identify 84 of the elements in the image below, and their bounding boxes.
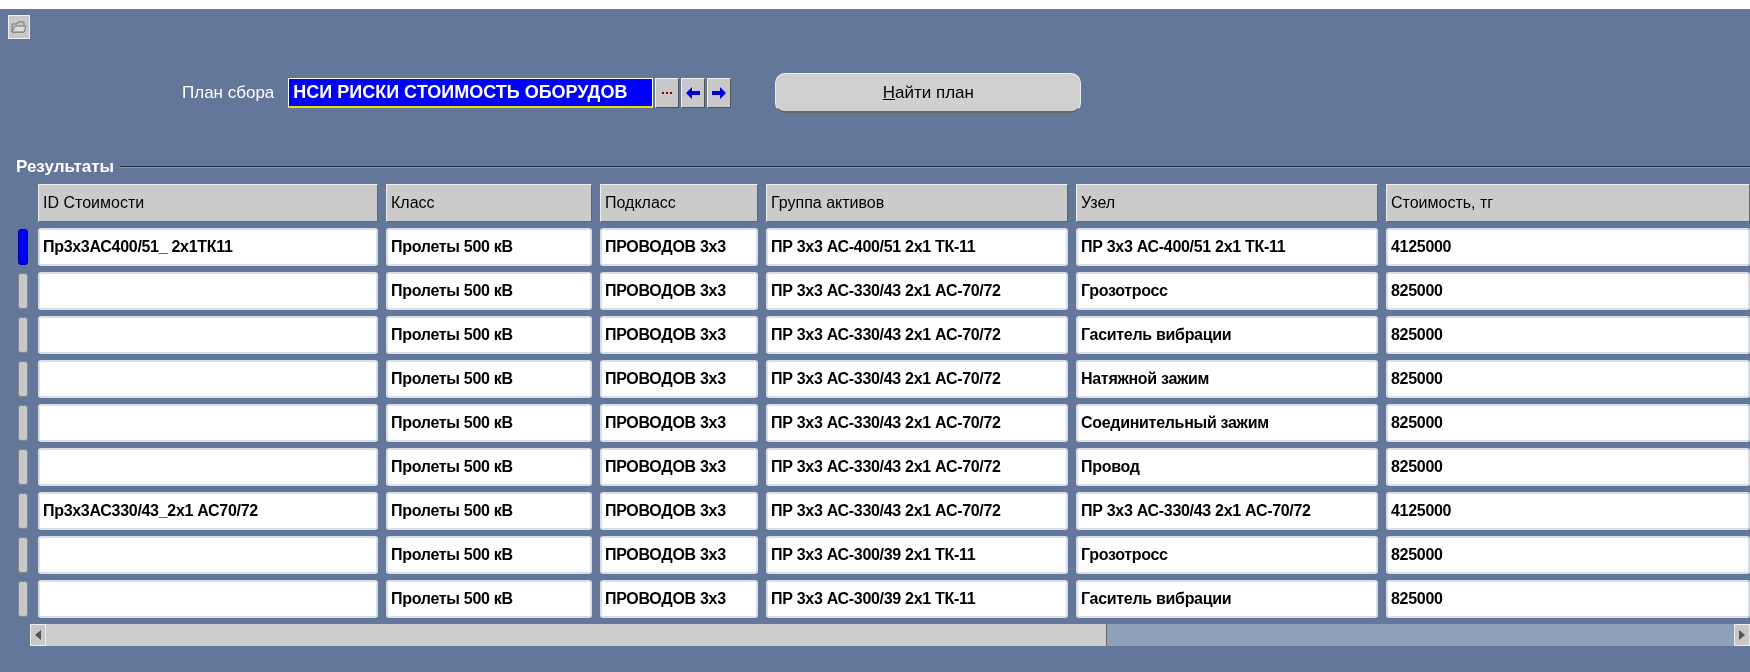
table-cell[interactable]: Гаситель вибрации xyxy=(1076,316,1378,354)
previous-button[interactable] xyxy=(681,78,706,108)
table-cell[interactable]: ПРОВОДОВ 3х3 xyxy=(600,316,758,354)
table-cell[interactable]: 825000 xyxy=(1386,360,1750,398)
table-cell[interactable]: ПР 3х3 АС-330/43 2х1 АС-70/72 xyxy=(766,272,1068,310)
table-cell[interactable]: Грозотросс xyxy=(1076,272,1378,310)
plan-field[interactable]: НСИ РИСКИ СТОИМОСТЬ ОБОРУДОВ xyxy=(288,78,654,108)
table-cell[interactable]: 825000 xyxy=(1386,580,1750,618)
column-header[interactable]: Узел xyxy=(1076,184,1378,222)
table-cell[interactable]: Пр3х3АС330/43_2х1 АС70/72 xyxy=(38,492,378,530)
record-indicator[interactable] xyxy=(18,581,28,617)
table-cell[interactable] xyxy=(38,360,378,398)
column-header[interactable]: Группа активов xyxy=(766,184,1068,222)
table-cell[interactable]: ПРОВОДОВ 3х3 xyxy=(600,228,758,266)
table-cell[interactable]: Натяжной зажим xyxy=(1076,360,1378,398)
column-header[interactable]: Подкласс xyxy=(600,184,758,222)
table-cell[interactable]: Пролеты 500 кВ xyxy=(386,228,592,266)
table-cell[interactable]: Пролеты 500 кВ xyxy=(386,316,592,354)
table-cell[interactable]: ПРОВОДОВ 3х3 xyxy=(600,448,758,486)
table-cell[interactable]: ПР 3х3 АС-330/43 2х1 АС-70/72 xyxy=(766,492,1068,530)
table-cell[interactable] xyxy=(38,272,378,310)
table-cell[interactable]: Пролеты 500 кВ xyxy=(386,536,592,574)
results-title: Результаты xyxy=(16,157,114,177)
record-indicator[interactable] xyxy=(18,361,28,397)
table-cell[interactable]: ПР 3х3 АС-330/43 2х1 АС-70/72 xyxy=(766,360,1068,398)
table-cell[interactable]: ПР 3х3 АС-300/39 2х1 ТК-11 xyxy=(766,580,1068,618)
table-cell[interactable]: Пролеты 500 кВ xyxy=(386,448,592,486)
record-indicator[interactable] xyxy=(18,317,28,353)
table-cell[interactable]: 825000 xyxy=(1386,404,1750,442)
table-cell[interactable]: 825000 xyxy=(1386,448,1750,486)
left-arrow-icon xyxy=(686,87,701,99)
record-indicator[interactable] xyxy=(18,493,28,529)
right-arrow-icon xyxy=(712,87,727,99)
table-cell[interactable]: ПРОВОДОВ 3х3 xyxy=(600,404,758,442)
table-cell[interactable]: ПРОВОДОВ 3х3 xyxy=(600,536,758,574)
record-indicator[interactable] xyxy=(18,229,28,265)
horizontal-scrollbar[interactable] xyxy=(30,624,1750,646)
table-cell[interactable]: Гаситель вибрации xyxy=(1076,580,1378,618)
record-indicator[interactable] xyxy=(18,405,28,441)
table-cell[interactable]: Пролеты 500 кВ xyxy=(386,404,592,442)
ellipsis-icon xyxy=(662,91,673,95)
table-cell[interactable]: ПР 3х3 АС-330/43 2х1 АС-70/72 xyxy=(766,316,1068,354)
record-indicator[interactable] xyxy=(18,537,28,573)
table-cell[interactable]: 4125000 xyxy=(1386,228,1750,266)
table-cell[interactable] xyxy=(38,580,378,618)
table-cell[interactable] xyxy=(38,404,378,442)
table-cell[interactable]: ПРОВОДОВ 3х3 xyxy=(600,580,758,618)
table-cell[interactable]: ПР 3х3 АС-400/51 2х1 ТК-11 xyxy=(766,228,1068,266)
left-triangle-icon xyxy=(35,630,41,640)
table-cell[interactable]: Пролеты 500 кВ xyxy=(386,360,592,398)
table-cell[interactable]: ПР 3х3 АС-300/39 2х1 ТК-11 xyxy=(766,536,1068,574)
column-header[interactable]: ID Стоимости xyxy=(38,184,378,222)
table-cell[interactable]: 825000 xyxy=(1386,536,1750,574)
table-cell[interactable]: ПР 3х3 АС-330/43 2х1 АС-70/72 xyxy=(1076,492,1378,530)
right-triangle-icon xyxy=(1739,630,1745,640)
column-header[interactable]: Класс xyxy=(386,184,592,222)
scroll-thumb[interactable] xyxy=(46,624,1107,646)
record-indicator[interactable] xyxy=(18,449,28,485)
table-cell[interactable]: Пр3х3АС400/51_ 2х1ТК11 xyxy=(38,228,378,266)
table-cell[interactable]: ПРОВОДОВ 3х3 xyxy=(600,360,758,398)
table-cell[interactable] xyxy=(38,536,378,574)
table-cell[interactable]: ПР 3х3 АС-330/43 2х1 АС-70/72 xyxy=(766,404,1068,442)
table-cell[interactable]: Провод xyxy=(1076,448,1378,486)
table-cell[interactable]: Пролеты 500 кВ xyxy=(386,272,592,310)
table-cell[interactable]: 4125000 xyxy=(1386,492,1750,530)
plan-label: План сбора xyxy=(182,83,275,103)
table-cell[interactable] xyxy=(38,448,378,486)
table-cell[interactable]: Пролеты 500 кВ xyxy=(386,580,592,618)
table-cell[interactable]: ПР 3х3 АС-330/43 2х1 АС-70/72 xyxy=(766,448,1068,486)
table-cell[interactable] xyxy=(38,316,378,354)
table-cell[interactable]: Пролеты 500 кВ xyxy=(386,492,592,530)
list-of-values-button[interactable] xyxy=(655,78,680,108)
table-cell[interactable]: Соединительный зажим xyxy=(1076,404,1378,442)
record-indicator[interactable] xyxy=(18,273,28,309)
folder-icon[interactable] xyxy=(8,15,30,39)
table-cell[interactable]: ПРОВОДОВ 3х3 xyxy=(600,272,758,310)
table-cell[interactable]: 825000 xyxy=(1386,272,1750,310)
find-plan-button[interactable]: Найти план xyxy=(775,73,1082,113)
table-cell[interactable]: ПР 3х3 АС-400/51 2х1 ТК-11 xyxy=(1076,228,1378,266)
column-header[interactable]: Стоимость, тг xyxy=(1386,184,1750,222)
table-cell[interactable]: Грозотросс xyxy=(1076,536,1378,574)
table-cell[interactable]: 825000 xyxy=(1386,316,1750,354)
table-cell[interactable]: ПРОВОДОВ 3х3 xyxy=(600,492,758,530)
next-button[interactable] xyxy=(707,78,732,108)
